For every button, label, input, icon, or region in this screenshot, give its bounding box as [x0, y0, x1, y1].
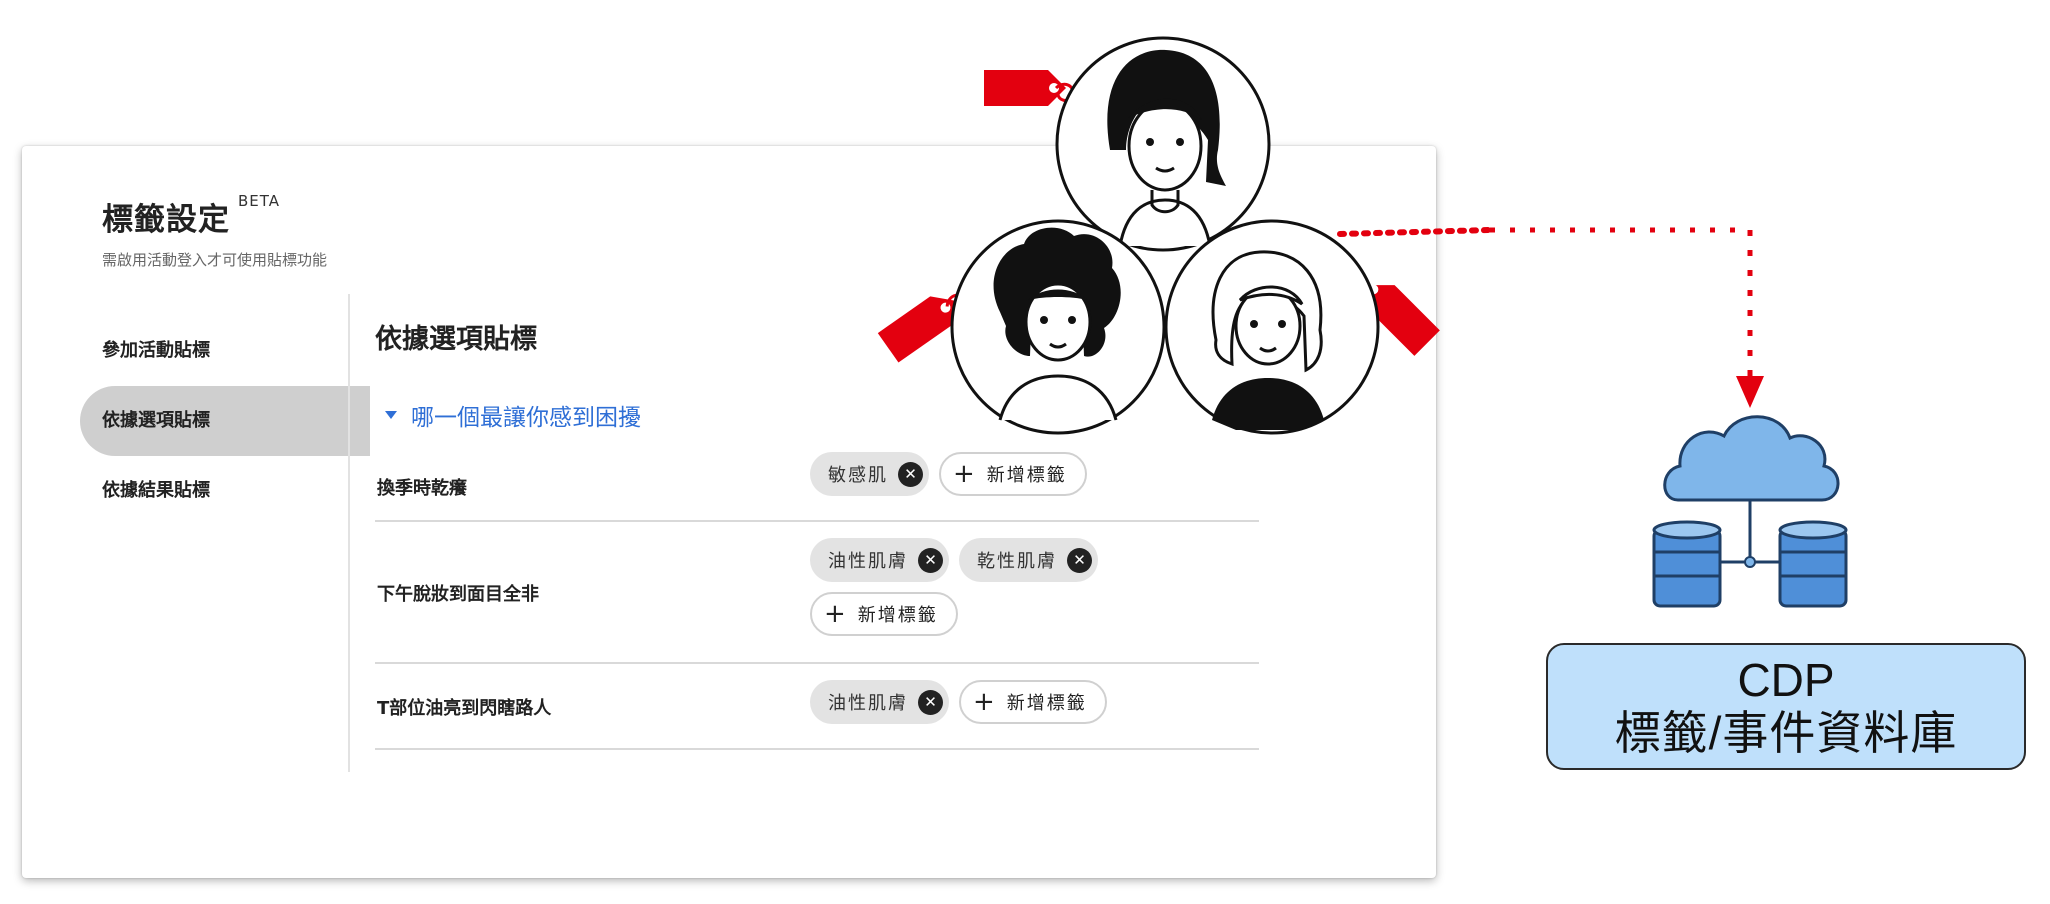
- price-tag-icon: [984, 70, 1075, 106]
- cloud-database-icon: [1652, 415, 1848, 608]
- user-avatar-icon: [1055, 36, 1271, 252]
- cdp-title: CDP: [1737, 653, 1835, 706]
- user-avatar-icon: [1164, 219, 1380, 435]
- user-avatar-icon: [950, 219, 1166, 435]
- cdp-subtitle: 標籤/事件資料庫: [1614, 706, 1958, 759]
- cdp-label-box: CDP 標籤/事件資料庫: [1546, 643, 2026, 770]
